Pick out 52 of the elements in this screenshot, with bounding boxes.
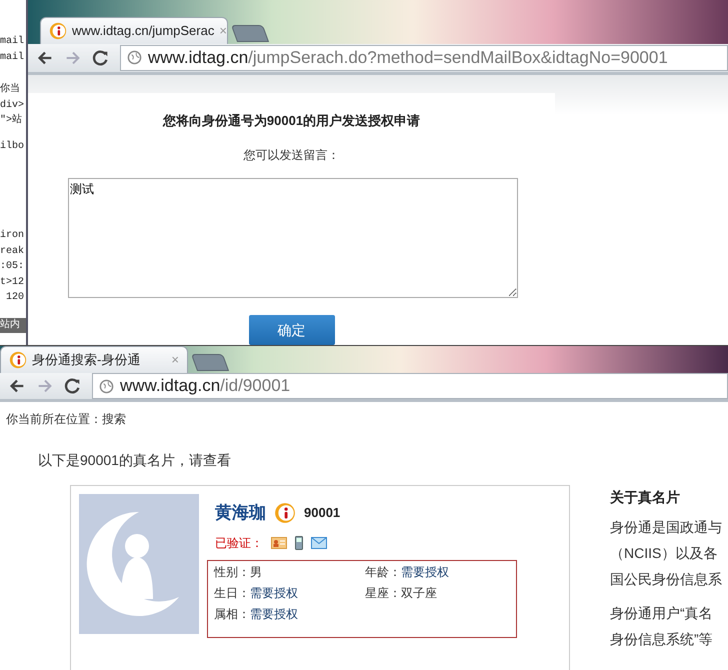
address-bar[interactable]: www.idtag.cn/jumpSerach.do?method=sendMailBox&idtagNo=90001 xyxy=(120,44,728,71)
dialog-heading: 您将向身份通号为90001的用户发送授权申请 xyxy=(162,112,420,130)
url-text: www.idtag.cn/id/90001 xyxy=(120,375,290,398)
prompt-label: 您可以发送留言： xyxy=(244,147,340,164)
globe-icon xyxy=(127,50,142,66)
tab-title: 身份通搜索-身份通 xyxy=(32,351,142,370)
profile-field: 属相：需要授权 xyxy=(214,606,365,622)
code-line: reak xyxy=(0,244,26,258)
code-line: div> xyxy=(0,98,26,112)
browser-tab[interactable]: 身份通搜索-身份通 × xyxy=(0,346,188,373)
code-line: 120 xyxy=(5,291,26,305)
code-line: :05: xyxy=(0,260,26,274)
about-text-line: 身份通用户“真名 xyxy=(610,604,714,622)
code-line: mail xyxy=(0,34,26,49)
reload-icon[interactable] xyxy=(64,377,82,395)
verified-label: 已验证： xyxy=(215,534,263,552)
phone-icon xyxy=(295,536,303,550)
intro-text: 以下是90001的真名片，请查看 xyxy=(38,451,232,470)
about-text-line: 身份通是国政通与 xyxy=(610,518,723,536)
id-card-icon xyxy=(271,536,287,548)
profile-field: 性别：男 xyxy=(214,564,365,580)
profile-field: 年龄：需要授权 xyxy=(365,564,516,580)
browser-tab[interactable]: www.idtag.cn/jumpSerac × xyxy=(40,16,228,44)
url-text: www.idtag.cn/jumpSerach.do?method=sendMailBox&idtagNo=90001 xyxy=(148,46,668,69)
mail-icon xyxy=(311,536,327,548)
tab-title: www.idtag.cn/jumpSerac xyxy=(72,22,214,40)
profile-field: 生日：需要授权 xyxy=(214,584,365,600)
site-logo-icon xyxy=(49,22,67,40)
code-line: mail xyxy=(0,50,26,64)
about-text-line: 国公民身份信息系 xyxy=(610,570,723,588)
site-logo-icon xyxy=(9,351,27,369)
message-textarea[interactable]: 测试 xyxy=(68,178,518,298)
code-line: 你当 xyxy=(0,82,21,97)
back-icon[interactable] xyxy=(8,377,26,395)
code-line: ">站 xyxy=(0,113,24,128)
code-line: iron xyxy=(0,228,26,243)
about-text-line: （NCIIS）以及各 xyxy=(610,544,718,562)
profile-field: 星座：双子座 xyxy=(365,584,516,600)
about-title: 关于真名片 xyxy=(610,488,681,507)
breadcrumb-text: 你当前所在位置：搜索 xyxy=(6,411,127,428)
person-name: 黄海珈 xyxy=(215,502,266,524)
confirm-button[interactable]: 确定 xyxy=(248,315,334,345)
site-logo-icon xyxy=(274,502,296,524)
address-bar[interactable]: www.idtag.cn/id/90001 xyxy=(92,373,728,399)
code-line: t>12 xyxy=(0,276,26,290)
globe-icon xyxy=(99,378,114,394)
reload-icon[interactable] xyxy=(92,48,110,67)
new-tab-button[interactable] xyxy=(230,24,270,42)
id-number: 90001 xyxy=(304,504,340,522)
new-tab-button[interactable] xyxy=(190,354,230,371)
code-line: ilbo xyxy=(0,140,26,154)
about-text-line: 身份信息系统”等 xyxy=(610,630,714,648)
